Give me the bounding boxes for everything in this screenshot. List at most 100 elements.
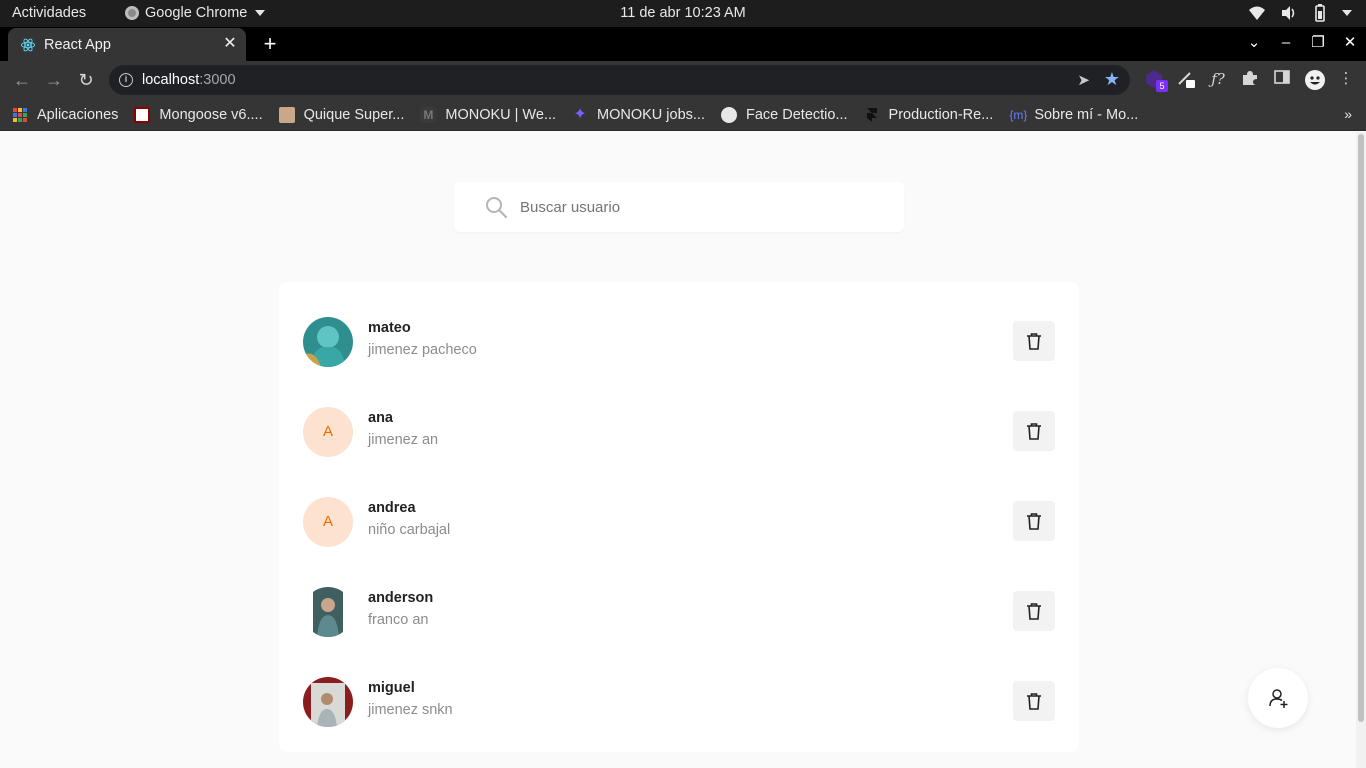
extension-pen-icon[interactable] (1176, 69, 1196, 89)
kebab-menu-icon[interactable]: ⋮ (1336, 69, 1356, 89)
user-name: ana (368, 410, 393, 426)
avatar: A (303, 497, 353, 547)
close-tab-icon[interactable]: ✕ (222, 36, 238, 52)
bookmark-label: Quique Super... (303, 106, 405, 123)
search-icon (486, 197, 508, 219)
framer-icon (866, 107, 877, 122)
search-box[interactable] (454, 182, 904, 232)
url-port: :3000 (199, 72, 236, 88)
add-user-icon (1269, 689, 1288, 708)
scrollbar-thumb[interactable] (1358, 134, 1364, 722)
avatar (303, 587, 353, 637)
list-item: miguel jimenez snkn (303, 677, 1055, 727)
apps-grid-icon (13, 107, 27, 122)
user-lastname: jimenez an (368, 432, 439, 448)
bookmark-label: MONOKU | We... (445, 106, 557, 123)
extension-hexagon-icon[interactable]: 5 (1144, 69, 1168, 92)
more-bookmarks-icon[interactable]: » (1344, 106, 1352, 122)
globe-icon (720, 106, 737, 123)
caret-down-icon (1342, 10, 1352, 16)
extension-badge: 5 (1156, 80, 1168, 92)
delete-button[interactable] (1013, 321, 1055, 361)
profile-avatar-icon[interactable] (1304, 69, 1325, 90)
tab-react-app[interactable]: React App ✕ (8, 28, 246, 61)
url-text[interactable]: localhost:3000 (142, 72, 236, 88)
new-tab-button[interactable]: + (259, 33, 281, 55)
bookmarks-bar: Aplicaciones Mongoose v6.... Quique Supe… (0, 99, 1366, 131)
user-lastname: jimenez snkn (368, 702, 453, 718)
browser-toolbar: ← → ↻ i localhost:3000 ➤ ★ 5 ƒ? ⋮ (0, 61, 1366, 99)
system-tray[interactable] (1248, 4, 1352, 22)
user-name: miguel (368, 680, 415, 696)
bookmark-label: Production-Re... (888, 106, 994, 123)
avatar: A (303, 407, 353, 457)
delete-button[interactable] (1013, 681, 1055, 721)
braces-icon: {m} (1009, 107, 1028, 122)
puzzle-icon[interactable] (1240, 69, 1260, 89)
bookmark-item[interactable]: Mongoose v6.... (134, 106, 263, 123)
list-item: A ana jimenez an (303, 407, 1055, 457)
send-icon[interactable]: ➤ (1077, 71, 1090, 89)
add-user-button[interactable] (1248, 668, 1308, 728)
trash-icon (1027, 693, 1041, 710)
bookmark-label: Sobre mí - Mo... (1034, 106, 1139, 123)
user-lastname: jimenez pacheco (368, 342, 477, 358)
bookmark-label: MONOKU jobs... (597, 106, 705, 123)
user-lastname: franco an (368, 612, 429, 628)
user-name: anderson (368, 590, 434, 606)
system-top-bar: Actividades Google Chrome 11 de abr 10:2… (0, 0, 1366, 27)
bookmark-label: Mongoose v6.... (159, 106, 263, 123)
user-name: mateo (368, 320, 411, 336)
avatar (303, 677, 353, 727)
react-icon (20, 38, 36, 51)
delete-button[interactable] (1013, 411, 1055, 451)
close-window-icon[interactable]: ✕ (1342, 33, 1358, 51)
trash-icon (1027, 513, 1041, 530)
avatar (303, 317, 353, 367)
page-content: mateo jimenez pacheco A ana jimenez an A… (0, 132, 1356, 768)
info-icon[interactable]: i (119, 73, 133, 87)
list-item: anderson franco an (303, 587, 1055, 637)
clock[interactable]: 11 de abr 10:23 AM (0, 5, 1366, 21)
bookmark-item[interactable]: Face Detectio... (720, 106, 848, 123)
bookmark-item[interactable]: M MONOKU | We... (420, 106, 557, 123)
side-panel-icon[interactable] (1272, 69, 1292, 89)
monoku-icon: M (420, 106, 437, 123)
minimize-icon[interactable]: – (1278, 34, 1294, 51)
trash-icon (1027, 423, 1041, 440)
tab-search-icon[interactable]: ⌄ (1246, 33, 1262, 51)
delete-button[interactable] (1013, 501, 1055, 541)
bookmark-item[interactable]: ✦ MONOKU jobs... (572, 105, 705, 123)
bookmark-item[interactable]: Aplicaciones (12, 107, 118, 123)
tab-title: React App (44, 36, 111, 53)
formula-icon[interactable]: ƒ? (1208, 69, 1228, 89)
extensions-area: 5 ƒ? ⋮ (1144, 69, 1356, 92)
list-item: A andrea niño carbajal (303, 497, 1055, 547)
photo-icon (278, 106, 295, 123)
battery-icon (1315, 4, 1325, 22)
trash-icon (1027, 603, 1041, 620)
bookmark-star-icon[interactable]: ★ (1104, 69, 1120, 90)
scrollbar[interactable] (1356, 132, 1366, 768)
reload-icon[interactable]: ↻ (76, 70, 96, 90)
user-name: andrea (368, 500, 416, 516)
address-bar[interactable]: i localhost:3000 ➤ ★ (109, 65, 1130, 95)
bookmark-item[interactable]: {m} Sobre mí - Mo... (1009, 107, 1138, 123)
mongoose-icon (134, 106, 151, 123)
back-arrow-icon[interactable]: ← (12, 70, 32, 90)
sparkle-icon: ✦ (573, 105, 587, 123)
bookmark-item[interactable]: Production-Re... (864, 106, 994, 123)
user-list: mateo jimenez pacheco A ana jimenez an A… (279, 282, 1079, 752)
url-host: localhost (142, 72, 200, 88)
trash-icon (1027, 333, 1041, 350)
bookmark-item[interactable]: Quique Super... (278, 106, 405, 123)
window-controls: ⌄ – ❐ ✕ (1246, 33, 1358, 52)
maximize-icon[interactable]: ❐ (1310, 33, 1326, 51)
list-item: mateo jimenez pacheco (303, 317, 1055, 367)
forward-arrow-icon[interactable]: → (44, 70, 64, 90)
delete-button[interactable] (1013, 591, 1055, 631)
bookmark-label: Face Detectio... (745, 106, 848, 123)
volume-icon (1282, 6, 1295, 20)
search-input[interactable] (520, 194, 880, 220)
bookmark-label: Aplicaciones (37, 106, 119, 123)
